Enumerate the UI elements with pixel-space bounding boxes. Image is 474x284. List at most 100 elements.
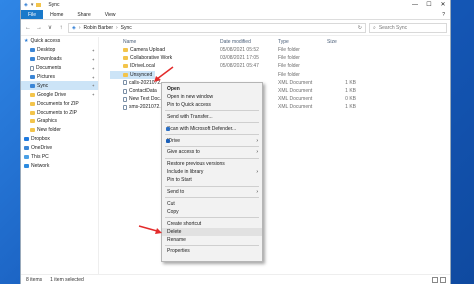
title-bar: ◈ ▾ Sync — ☐ ✕	[21, 0, 450, 10]
menu-item-delete[interactable]: Delete	[162, 227, 262, 236]
menu-item-send-to[interactable]: Send to ›	[162, 188, 262, 196]
file-date: 05/08/2021 05:52	[220, 47, 259, 54]
nav-item[interactable]: OneDrive	[21, 144, 98, 153]
menu-item-include-in-library[interactable]: Include in library ›	[162, 168, 262, 176]
tab-share[interactable]: Share	[70, 10, 97, 19]
recent-locations-button[interactable]: ∨	[46, 24, 54, 31]
menu-item-label: Include in library	[167, 169, 204, 176]
file-type: File folder	[278, 47, 300, 54]
menu-item-pin-to-start[interactable]: Pin to Start	[162, 176, 262, 184]
menu-item-open-in-new-window[interactable]: Open in new window	[162, 93, 262, 101]
nav-item[interactable]: New folder	[21, 126, 98, 135]
address-row: ← → ∨ ↑ ◈ › Robin Barber › Sync ↻ ⌕ Sear…	[21, 20, 450, 36]
nav-item-label: New folder	[37, 127, 61, 134]
menu-item-restore-previous-versions[interactable]: Restore previous versions	[162, 160, 262, 168]
nav-item-label: Desktop	[37, 47, 56, 54]
net-icon	[24, 163, 29, 168]
menu-item-open[interactable]: Open	[162, 85, 262, 93]
nav-item-label: OneDrive	[31, 145, 53, 152]
file-name-cell: Collaborative Work	[123, 55, 215, 61]
window-title: Sync	[48, 2, 60, 8]
ribbon-tabs: File Home Share View ?	[21, 10, 450, 20]
nav-item[interactable]: Sync ✦	[21, 81, 98, 91]
file-name: calls-2021072...	[129, 79, 165, 86]
status-bar: 8 items 1 item selected	[21, 274, 450, 284]
nav-item-label: Graphics	[37, 118, 58, 125]
nav-item[interactable]: Documents to ZIP	[21, 108, 98, 117]
item-count: 8 items	[26, 276, 43, 283]
pc-icon	[24, 155, 29, 160]
submenu-arrow-icon: ›	[256, 149, 258, 156]
menu-item-idrive[interactable]: IDrive ›	[162, 137, 262, 145]
breadcrumb-user[interactable]: Robin Barber	[84, 25, 113, 31]
menu-item-scan-with-microsoft-defender[interactable]: Scan with Microsoft Defender...	[162, 125, 262, 133]
file-name: IDriveLocal	[130, 63, 156, 70]
nav-item[interactable]: This PC	[21, 153, 98, 162]
folder-icon	[123, 48, 128, 53]
location-icon: ◈	[72, 24, 76, 31]
close-button[interactable]: ✕	[436, 0, 450, 10]
refresh-button[interactable]: ↻	[358, 25, 362, 31]
file-row[interactable]: IDriveLocal 05/08/2021 05:47 File folder	[110, 62, 450, 70]
address-bar[interactable]: ◈ › Robin Barber › Sync ↻	[68, 22, 366, 33]
menu-item-label: Give access to	[167, 149, 200, 156]
nav-item[interactable]: Dropbox	[21, 135, 98, 144]
nav-item[interactable]: Google Drive ✦	[21, 90, 98, 99]
minimize-button[interactable]: —	[408, 0, 422, 10]
forward-button[interactable]: →	[35, 25, 43, 31]
column-name[interactable]: Name	[123, 39, 136, 45]
nav-item[interactable]: Network	[21, 161, 98, 170]
help-button[interactable]: ?	[437, 10, 450, 19]
details-view-icon[interactable]	[432, 276, 438, 283]
menu-item-label: Send with Transfer...	[167, 113, 213, 120]
menu-item-pin-to-quick-access[interactable]: Pin to Quick access	[162, 101, 262, 109]
folder-icon	[123, 72, 128, 77]
menu-item-rename[interactable]: Rename	[162, 236, 262, 244]
maximize-button[interactable]: ☐	[422, 0, 436, 10]
file-row[interactable]: Collaborative Work 03/08/2021 17:05 File f…	[110, 54, 450, 62]
nav-item[interactable]: Pictures ✦	[21, 73, 98, 82]
column-type[interactable]: Type	[278, 39, 289, 45]
column-size[interactable]: Size	[327, 39, 337, 45]
tab-view[interactable]: View	[98, 10, 123, 19]
up-button[interactable]: ↑	[57, 25, 65, 31]
nav-item[interactable]: Documents for ZIP	[21, 99, 98, 108]
quick-access-toolbar-icon[interactable]: ▾	[31, 2, 34, 8]
column-date-modified[interactable]: Date modified	[220, 39, 251, 45]
star-icon: ★	[24, 38, 29, 45]
file-row[interactable]: Unsynced File folder	[110, 70, 300, 79]
menu-item-give-access-to[interactable]: Give access to ›	[162, 148, 262, 156]
search-input[interactable]: Search Sync	[379, 25, 407, 31]
file-name: New Text Doc...	[129, 96, 164, 103]
file-list: Name Date modified Type Size Camera Uplo…	[100, 37, 450, 274]
nav-item[interactable]: Desktop ✦	[21, 46, 98, 55]
nav-item-label: Documents for ZIP	[37, 100, 79, 107]
menu-item-copy[interactable]: Copy	[162, 208, 262, 216]
nav-item-label: Documents	[36, 65, 62, 72]
large-icons-view-icon[interactable]	[440, 276, 446, 283]
nav-item[interactable]: Downloads ✦	[21, 55, 98, 64]
file-type: XML Document	[278, 96, 313, 103]
tab-home[interactable]: Home	[43, 10, 70, 19]
search-box[interactable]: ⌕ Search Sync	[369, 22, 447, 33]
xml-file-icon	[123, 96, 127, 102]
nav-item[interactable]: Graphics	[21, 117, 98, 126]
breadcrumb-sync[interactable]: Sync	[121, 25, 132, 31]
back-button[interactable]: ←	[24, 25, 32, 31]
folder-icon	[123, 64, 128, 69]
folder-icon	[30, 110, 35, 115]
file-name: Camera Upload	[130, 47, 166, 54]
menu-item-send-with-transfer[interactable]: Send with Transfer...	[162, 113, 262, 121]
menu-item-properties[interactable]: Properties	[162, 247, 262, 255]
menu-separator	[165, 122, 259, 124]
menu-item-create-shortcut[interactable]: Create shortcut	[162, 220, 262, 228]
nav-item[interactable]: Documents ✦	[21, 64, 98, 73]
nav-item[interactable]: ★ Quick access	[21, 37, 98, 46]
menu-item-cut[interactable]: Cut	[162, 200, 262, 208]
file-row[interactable]: Camera Upload 05/08/2021 05:52 File folder	[110, 46, 450, 54]
file-explorer-window: ◈ ▾ Sync — ☐ ✕ File Home Share View ? ← …	[20, 0, 451, 284]
file-type: XML Document	[278, 88, 313, 95]
file-date: 03/08/2021 17:05	[220, 55, 259, 62]
tab-file[interactable]: File	[21, 10, 44, 19]
menu-item-label: Cut	[167, 200, 175, 207]
